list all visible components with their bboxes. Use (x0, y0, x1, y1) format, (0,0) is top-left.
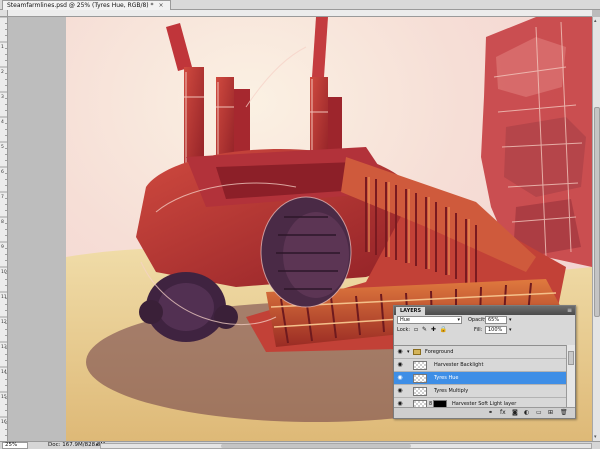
scroll-down-icon[interactable]: ▾ (594, 434, 597, 440)
ruler-label: 11 (1, 294, 7, 300)
chevron-down-icon: ▾ (457, 317, 460, 323)
ruler-label: 1 (1, 44, 4, 50)
layers-tab[interactable]: LAYERS (396, 307, 426, 315)
fill-input[interactable]: 100% (485, 326, 507, 334)
layer-name: Harvester Backlight (434, 362, 484, 368)
ruler-label: 8 (1, 219, 4, 225)
ruler-label: 15 (1, 394, 7, 400)
adjustment-layer-icon[interactable]: ◐ (524, 409, 529, 417)
vertical-ruler[interactable]: 1 2 3 4 5 6 7 8 9 10 11 12 13 14 15 16 (0, 17, 8, 441)
layer-row-harvester-backlight[interactable]: ◉ Harvester Backlight (394, 359, 566, 372)
eye-icon[interactable]: ◉ (396, 398, 404, 407)
ruler-label: 9 (1, 244, 4, 250)
layers-panel: LAYERS ≡ Hue ▾ Opacity: 65% ▾ Lock: ▫ ✎ … (393, 305, 576, 419)
eye-icon[interactable]: ◉ (396, 346, 404, 358)
trash-icon[interactable]: 🗑 (560, 409, 568, 417)
layer-list-scroll-thumb[interactable] (568, 351, 574, 365)
zoom-level-input[interactable]: 25% (2, 442, 28, 449)
layers-footer: ⚭ fx ◙ ◐ ▭ ⊞ 🗑 (394, 407, 575, 418)
ruler-label: 2 (1, 69, 4, 75)
vertical-scroll-thumb[interactable] (594, 107, 600, 317)
blend-mode-value: Hue (400, 317, 411, 323)
scroll-up-icon[interactable]: ▴ (594, 18, 597, 24)
layer-name: Tyres Hue (434, 375, 459, 381)
blend-row: Hue ▾ Opacity: 65% ▾ (394, 315, 575, 325)
disclosure-triangle-icon[interactable]: ▾ (407, 346, 410, 358)
layer-thumbnail (413, 374, 427, 383)
layer-name: Tyres Multiply (434, 388, 469, 394)
eye-icon[interactable]: ◉ (396, 372, 404, 384)
horizontal-scrollbar[interactable] (100, 443, 592, 449)
document-tab-title: Steamfarmlines.psd @ 25% (Tyres Hue, RGB… (7, 2, 154, 9)
new-layer-icon[interactable]: ⊞ (548, 409, 553, 417)
chain-link-icon[interactable]: 8 (429, 398, 432, 407)
ruler-label: 16 (1, 419, 7, 425)
layer-row-tyres-hue[interactable]: ◉ Tyres Hue (394, 372, 566, 385)
layer-name: Harvester Soft Light layer (452, 401, 517, 407)
opacity-slider-icon[interactable]: ▾ (509, 316, 512, 325)
fx-icon[interactable]: fx (500, 409, 506, 417)
layer-list: ◉ ▾ Foreground ◉ Harvester Backlight ◉ T… (394, 345, 566, 407)
ruler-label: 13 (1, 344, 7, 350)
layer-mask-thumbnail[interactable] (433, 400, 447, 407)
fill-slider-icon[interactable]: ▾ (509, 326, 512, 335)
layers-panel-titlebar[interactable]: LAYERS ≡ (394, 306, 575, 315)
lock-icons[interactable]: ▫ ✎ ✚ 🔒 (414, 325, 448, 334)
ruler-label: 12 (1, 319, 7, 325)
layer-row-foreground[interactable]: ◉ ▾ Foreground (394, 346, 566, 359)
new-group-icon[interactable]: ▭ (536, 409, 542, 417)
vertical-scrollbar[interactable]: ▴ ▾ (592, 17, 600, 441)
ruler-label: 5 (1, 144, 4, 150)
document-tab[interactable]: Steamfarmlines.psd @ 25% (Tyres Hue, RGB… (2, 0, 171, 10)
eye-icon[interactable]: ◉ (396, 385, 404, 397)
ruler-label: 4 (1, 119, 4, 125)
link-layers-icon[interactable]: ⚭ (488, 409, 493, 417)
add-mask-icon[interactable]: ◙ (512, 409, 518, 417)
lock-row: Lock: ▫ ✎ ✚ 🔒 Fill: 100% ▾ (394, 325, 575, 335)
layer-thumbnail (413, 361, 427, 370)
photoshop-window: Steamfarmlines.psd @ 25% (Tyres Hue, RGB… (0, 0, 600, 449)
status-menu-icon[interactable]: ▸ (96, 442, 99, 449)
vertical-ruler-ticks: 12345678910111213141516 (0, 17, 7, 436)
layer-row-tyres-multiply[interactable]: ◉ Tyres Multiply (394, 385, 566, 398)
ruler-label: 6 (1, 169, 4, 175)
layer-name: Foreground (425, 349, 454, 355)
panel-menu-icon[interactable]: ≡ (567, 307, 572, 314)
layer-thumbnail (413, 387, 427, 396)
opacity-input[interactable]: 65% (485, 316, 507, 324)
horizontal-ruler[interactable]: 1234567891011121314151617181920 (8, 10, 592, 17)
lock-label: Lock: (397, 327, 411, 333)
horizontal-scroll-thumb[interactable] (221, 444, 411, 448)
folder-icon (413, 349, 421, 355)
status-bar: 25% Doc: 167.9M/828.8M ▸ (0, 441, 600, 449)
ruler-label: 10 (1, 269, 7, 275)
ruler-label: 14 (1, 369, 7, 375)
eye-icon[interactable]: ◉ (396, 359, 404, 371)
document-tab-bar: Steamfarmlines.psd @ 25% (Tyres Hue, RGB… (0, 0, 600, 10)
blend-mode-select[interactable]: Hue ▾ (397, 316, 462, 324)
fill-label: Fill: (474, 327, 483, 333)
ruler-label: 7 (1, 194, 4, 200)
layer-thumbnail (413, 400, 427, 407)
close-icon[interactable]: × (158, 2, 163, 9)
layer-list-scrollbar[interactable] (566, 345, 575, 407)
layer-row-harvester-soft-light[interactable]: ◉ 8 Harvester Soft Light layer (394, 398, 566, 407)
ruler-label: 3 (1, 94, 4, 100)
ruler-origin[interactable] (0, 10, 8, 17)
